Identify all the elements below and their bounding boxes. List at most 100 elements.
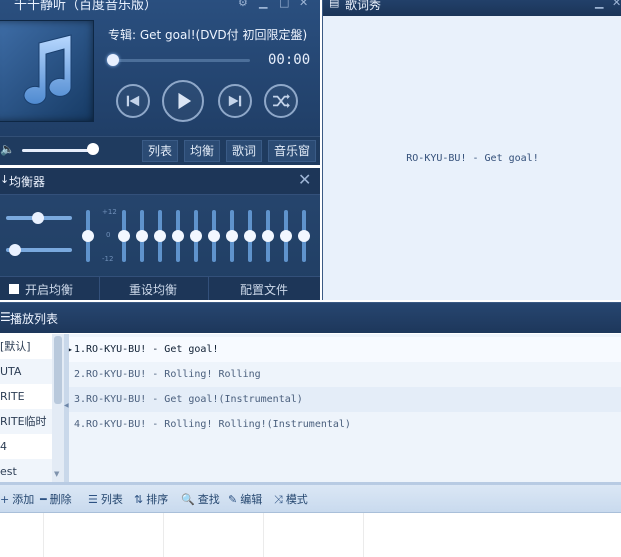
add-button[interactable]: + 添加 <box>0 491 34 507</box>
track-row[interactable]: 2.RO-KYU-BU! - Rolling! Rolling <box>69 362 621 387</box>
eq-band-handle[interactable] <box>280 230 292 242</box>
album-art[interactable] <box>0 20 94 122</box>
divider <box>99 277 100 300</box>
track-title: 4.RO-KYU-BU! - Rolling! Rolling!(Instrum… <box>74 419 351 430</box>
now-playing-icon: ▸ <box>68 345 73 354</box>
splitter-arrow-icon[interactable]: ◀ <box>64 402 69 409</box>
next-button[interactable] <box>218 84 252 118</box>
playlist-sidebar-item[interactable]: RITE临时 <box>0 409 52 434</box>
track-row[interactable]: ▸ 1.RO-KYU-BU! - Get goal! <box>68 337 621 362</box>
enable-eq-checkbox[interactable] <box>9 284 19 294</box>
sidebar-scrollbar[interactable]: ▼ <box>52 334 64 482</box>
list-icon: ☰ <box>88 493 98 506</box>
playlist-sidebar-item[interactable]: est <box>0 459 52 482</box>
playlist-toggle-button[interactable]: 列表 <box>142 140 179 162</box>
next-icon <box>228 95 242 107</box>
track-row[interactable]: 4.RO-KYU-BU! - Rolling! Rolling!(Instrum… <box>69 412 621 437</box>
eq-band-handle[interactable] <box>154 230 166 242</box>
plus-icon: + <box>0 493 10 506</box>
sort-button[interactable]: ⇅ 排序 <box>134 491 168 507</box>
volume-slider[interactable] <box>22 149 94 152</box>
track-row[interactable]: 3.RO-KYU-BU! - Get goal!(Instrumental) <box>69 387 621 412</box>
music-window-button[interactable]: 音乐窗 <box>268 140 317 162</box>
scrollbar-thumb[interactable] <box>54 336 62 404</box>
eq-band-handle[interactable] <box>244 230 256 242</box>
add-label: 添加 <box>12 493 35 506</box>
enable-eq-label[interactable]: 开启均衡 <box>25 281 73 298</box>
track-title: 1.RO-KYU-BU! - Get goal! <box>74 344 219 355</box>
eq-band-slider[interactable] <box>280 210 292 262</box>
list-button[interactable]: ☰ 列表 <box>88 491 123 507</box>
playlist-header[interactable]: ☰ 播放列表 <box>0 302 621 333</box>
minimize-icon[interactable]: ▁ <box>259 0 267 9</box>
sort-label: 排序 <box>146 493 169 506</box>
eq-band-handle[interactable] <box>190 230 202 242</box>
lyrics-header[interactable]: ▤ 歌词秀 ▁ ✕ <box>323 0 621 16</box>
empty-area <box>0 513 621 557</box>
playlist-sidebar-item[interactable]: UTA <box>0 359 52 384</box>
mode-button[interactable]: ⤨ 模式 <box>274 491 308 507</box>
lyrics-title: 歌词秀 <box>345 0 382 12</box>
maximize-icon[interactable]: □ <box>279 0 289 9</box>
eq-band-slider[interactable] <box>172 210 184 262</box>
eq-band-handle[interactable] <box>262 230 274 242</box>
lyrics-doc-icon: ▤ <box>329 0 340 9</box>
eq-band-slider[interactable] <box>118 210 130 262</box>
track-list: ▸ 1.RO-KYU-BU! - Get goal! 2.RO-KYU-BU! - … <box>68 334 621 482</box>
previous-icon <box>126 95 140 107</box>
eq-band-handle[interactable] <box>136 230 148 242</box>
playlist-sidebar-item[interactable]: RITE <box>0 384 52 409</box>
player-titlebar[interactable]: 千千静听（百度音乐版） ⚙ ▁ □ ✕ <box>0 0 320 13</box>
shuffle-icon <box>273 93 290 109</box>
progress-handle[interactable] <box>107 54 119 66</box>
eq-band-slider[interactable] <box>262 210 274 262</box>
eq-band-slider[interactable] <box>136 210 148 262</box>
list-label: 列表 <box>100 493 123 506</box>
lyrics-minimize-icon[interactable]: ▁ <box>595 0 603 9</box>
progress-bar[interactable] <box>110 59 250 62</box>
find-button[interactable]: 🔍 查找 <box>181 491 220 507</box>
play-button[interactable] <box>162 80 204 122</box>
delete-button[interactable]: ━ 删除 <box>40 491 72 507</box>
eq-band-slider[interactable] <box>154 210 166 262</box>
volume-handle[interactable] <box>87 143 100 155</box>
reset-eq-button[interactable]: 重设均衡 <box>129 281 177 298</box>
edit-button[interactable]: ✎ 编辑 <box>228 491 262 507</box>
lyrics-close-icon[interactable]: ✕ <box>612 0 621 9</box>
previous-button[interactable] <box>116 84 150 118</box>
eq-band-handle[interactable] <box>298 230 310 242</box>
eq-band-slider[interactable] <box>298 210 310 262</box>
mode-icon: ⤨ <box>274 493 283 506</box>
mode-label: 模式 <box>285 493 308 506</box>
close-icon[interactable]: ✕ <box>299 0 308 9</box>
find-label: 查找 <box>197 493 220 506</box>
eq-band-slider[interactable] <box>190 210 202 262</box>
eq-band-handle[interactable] <box>172 230 184 242</box>
eq-band-slider[interactable] <box>226 210 238 262</box>
scroll-down-icon[interactable]: ▼ <box>54 470 59 478</box>
lyrics-toggle-button[interactable]: 歌词 <box>226 140 263 162</box>
eq-bands <box>0 168 320 276</box>
eq-band-handle[interactable] <box>208 230 220 242</box>
eq-band-handle[interactable] <box>82 230 94 242</box>
playlist-sidebar-item[interactable]: 4 <box>0 434 52 459</box>
lyrics-panel: ▤ 歌词秀 ▁ ✕ RO-KYU-BU! - Get goal! <box>322 0 621 300</box>
search-icon: 🔍 <box>181 493 195 506</box>
divider <box>163 513 164 557</box>
preamp-band-slider[interactable] <box>82 210 94 262</box>
playlist-sidebar-item[interactable]: [默认] <box>0 334 52 359</box>
lyrics-current-line: RO-KYU-BU! - Get goal! <box>406 153 539 164</box>
shuffle-button[interactable] <box>264 84 298 118</box>
volume-icon[interactable]: 🔈 <box>0 142 15 156</box>
eq-band-slider[interactable] <box>244 210 256 262</box>
config-file-button[interactable]: 配置文件 <box>240 281 288 298</box>
minus-icon: ━ <box>40 493 47 506</box>
eq-band-slider[interactable] <box>208 210 220 262</box>
divider <box>43 513 44 557</box>
divider <box>208 277 209 300</box>
eq-band-handle[interactable] <box>118 230 130 242</box>
settings-icon[interactable]: ⚙ <box>238 0 248 9</box>
edit-label: 编辑 <box>240 493 263 506</box>
equalizer-toggle-button[interactable]: 均衡 <box>184 140 221 162</box>
eq-band-handle[interactable] <box>226 230 238 242</box>
